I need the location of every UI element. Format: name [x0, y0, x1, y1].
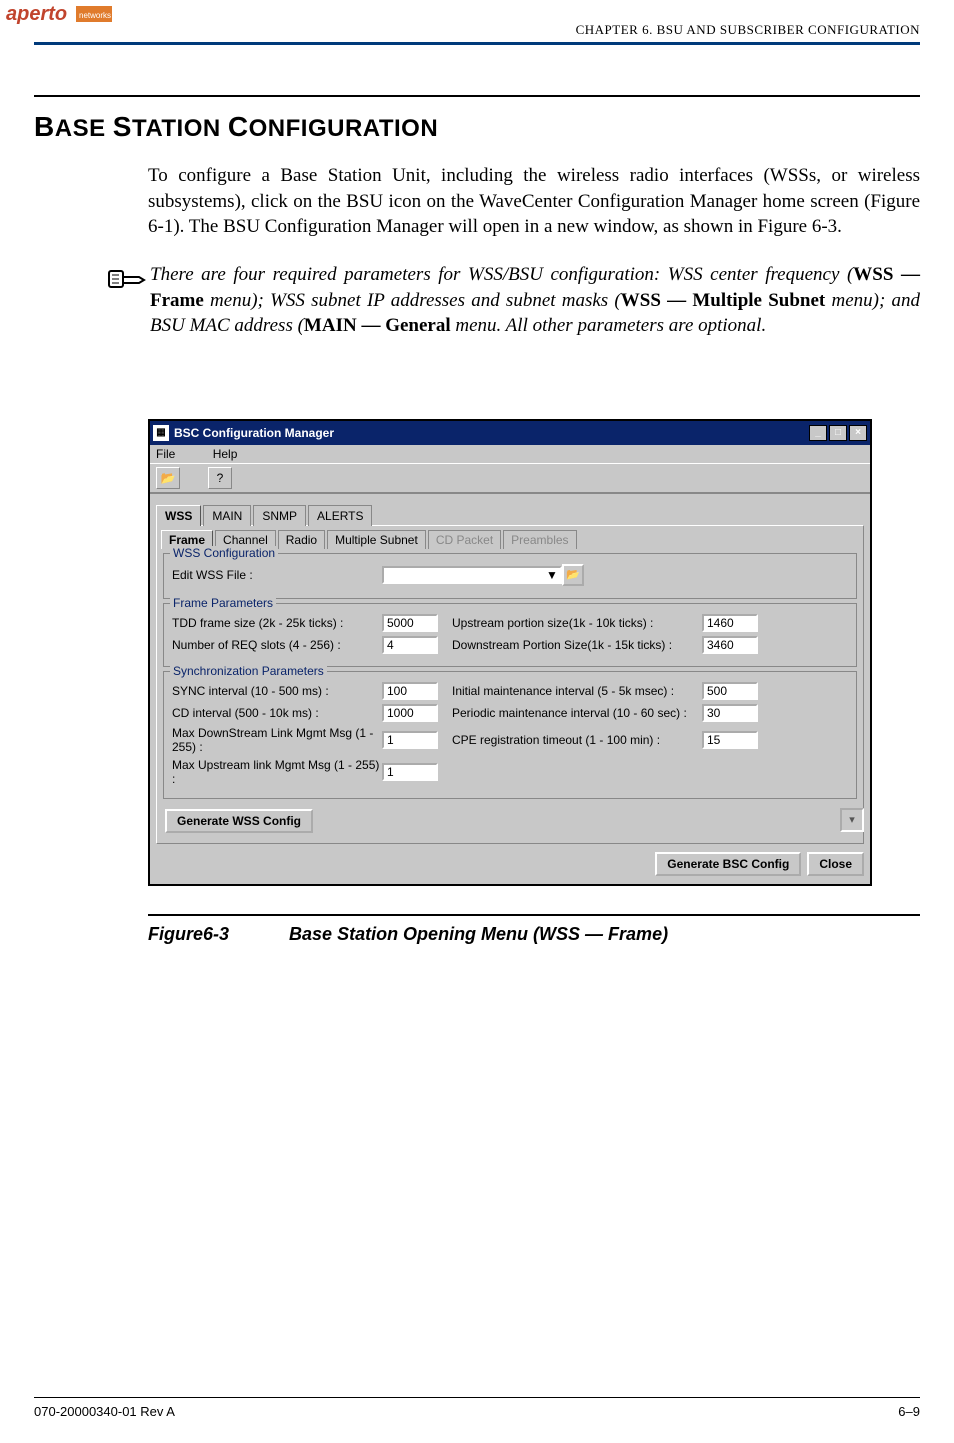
group-sync-parameters: Synchronization Parameters SYNC interval…	[163, 671, 857, 799]
close-button[interactable]: Close	[807, 852, 864, 876]
bsc-config-window: ▦ BSC Configuration Manager _ □ × File H…	[148, 419, 872, 886]
header-rule	[34, 42, 920, 45]
label-periodic-maint: Periodic maintenance interval (10 - 60 s…	[452, 706, 702, 720]
label-max-up-mgmt: Max Upstream link Mgmt Msg (1 - 255) :	[172, 758, 382, 786]
app-icon: ▦	[153, 425, 169, 441]
subtab-preambles: Preambles	[503, 530, 576, 549]
input-initial-maint[interactable]	[702, 682, 758, 700]
label-sync-interval: SYNC interval (10 - 500 ms) :	[172, 684, 382, 698]
input-max-down-mgmt[interactable]	[382, 731, 438, 749]
svg-text:aperto: aperto	[6, 3, 67, 25]
input-sync-interval[interactable]	[382, 682, 438, 700]
input-max-up-mgmt[interactable]	[382, 763, 438, 781]
subtab-multiple-subnet[interactable]: Multiple Subnet	[327, 530, 426, 549]
open-icon[interactable]: 📂	[156, 467, 180, 489]
pointing-hand-icon	[108, 262, 150, 339]
menu-file[interactable]: File	[156, 447, 175, 461]
generate-wss-config-button[interactable]: Generate WSS Config	[165, 809, 313, 833]
label-req-slots: Number of REQ slots (4 - 256) :	[172, 638, 382, 652]
menubar: File Help	[150, 445, 870, 463]
browse-icon[interactable]: 📂	[562, 564, 584, 586]
label-cd-interval: CD interval (500 - 10k ms) :	[172, 706, 382, 720]
figure-rule	[148, 914, 920, 916]
svg-text:networks: networks	[79, 11, 111, 20]
label-tdd-frame-size: TDD frame size (2k - 25k ticks) :	[172, 616, 382, 630]
minimize-button[interactable]: _	[809, 425, 827, 441]
input-periodic-maint[interactable]	[702, 704, 758, 722]
subtab-cd-packet: CD Packet	[428, 530, 501, 549]
tab-alerts[interactable]: ALERTS	[308, 505, 372, 526]
subtab-radio[interactable]: Radio	[278, 530, 325, 549]
input-cd-interval[interactable]	[382, 704, 438, 722]
help-icon[interactable]: ?	[208, 467, 232, 489]
main-tab-strip: WSS MAIN SNMP ALERTS	[156, 504, 864, 525]
input-upstream-portion[interactable]	[702, 614, 758, 632]
footer-rule	[34, 1397, 920, 1398]
group-wss-configuration: WSS Configuration Edit WSS File : ▼ 📂	[163, 553, 857, 599]
tab-wss[interactable]: WSS	[156, 505, 201, 526]
intro-paragraph: To configure a Base Station Unit, includ…	[148, 163, 920, 240]
label-upstream-portion: Upstream portion size(1k - 10k ticks) :	[452, 616, 702, 630]
group-frame-parameters: Frame Parameters TDD frame size (2k - 25…	[163, 603, 857, 667]
label-max-down-mgmt: Max DownStream Link Mgmt Msg (1 - 255) :	[172, 726, 382, 754]
label-cpe-timeout: CPE registration timeout (1 - 100 min) :	[452, 733, 702, 747]
section-title: BASE STATION CONFIGURATION	[34, 111, 920, 143]
label-downstream-portion: Downstream Portion Size(1k - 15k ticks) …	[452, 638, 702, 652]
section-rule	[34, 95, 920, 97]
label-initial-maint: Initial maintenance interval (5 - 5k mse…	[452, 684, 702, 698]
page-number: 6–9	[898, 1404, 920, 1419]
brand-logo: aperto networks	[6, 0, 116, 34]
input-tdd-frame-size[interactable]	[382, 614, 438, 632]
edit-wss-file-dropdown[interactable]	[382, 566, 562, 584]
input-downstream-portion[interactable]	[702, 636, 758, 654]
menu-help[interactable]: Help	[213, 447, 238, 461]
maximize-button[interactable]: □	[829, 425, 847, 441]
tab-main[interactable]: MAIN	[203, 505, 251, 526]
figure-caption: Figure6-3Base Station Opening Menu (WSS …	[148, 924, 920, 945]
tab-snmp[interactable]: SNMP	[253, 505, 306, 526]
doc-number: 070-20000340-01 Rev A	[34, 1404, 175, 1419]
input-req-slots[interactable]	[382, 636, 438, 654]
input-cpe-timeout[interactable]	[702, 731, 758, 749]
label-edit-wss-file: Edit WSS File :	[172, 568, 382, 582]
generate-bsc-config-button[interactable]: Generate BSC Config	[655, 852, 801, 876]
close-window-button[interactable]: ×	[849, 425, 867, 441]
scroll-down-icon[interactable]: ▾	[840, 808, 864, 832]
note-text: There are four required parameters for W…	[150, 262, 920, 339]
chapter-header: CHAPTER 6. BSU AND SUBSCRIBER CONFIGURAT…	[34, 22, 920, 38]
window-title: BSC Configuration Manager	[174, 426, 809, 440]
